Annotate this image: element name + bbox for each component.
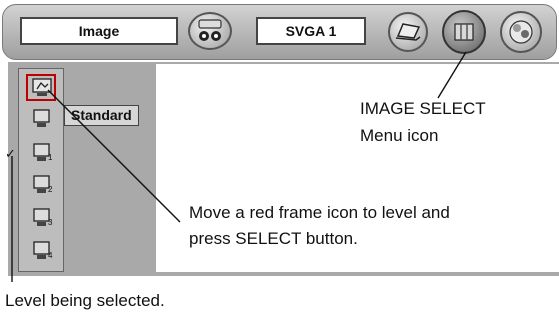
- move-frame-leader-line: [47, 89, 181, 223]
- menu-icon-leader-line: [437, 51, 467, 99]
- callout-lines: [11, 51, 467, 282]
- move-frame-callout-line2: press SELECT button.: [189, 229, 358, 248]
- image-select-callout-line1: IMAGE SELECT: [360, 99, 486, 118]
- move-frame-callout-line1: Move a red frame icon to level and: [189, 203, 450, 222]
- image-select-callout-line2: Menu icon: [360, 126, 439, 145]
- level-selected-callout: Level being selected.: [5, 291, 165, 310]
